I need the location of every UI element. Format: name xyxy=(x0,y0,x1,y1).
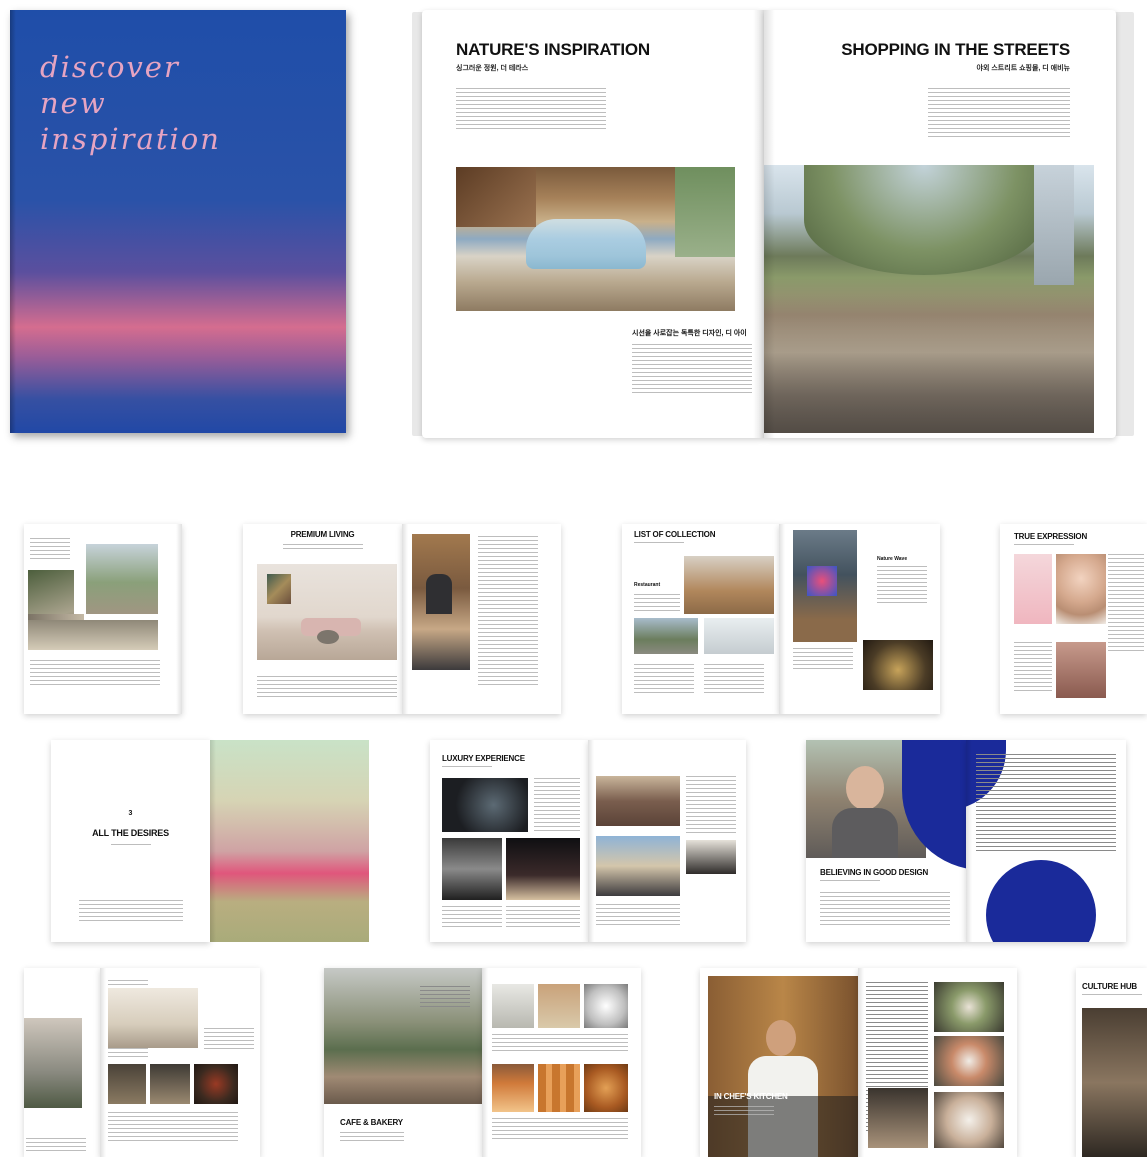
shopping-subtitle: 야외 스트리트 쇼핑몰, 디 애비뉴 xyxy=(976,65,1070,72)
terrace-photo[interactable] xyxy=(456,167,735,311)
thumb-spread-collection[interactable]: LIST OF COLLECTION Restaurant Nature Wav… xyxy=(622,524,940,714)
chapter-number: 3 xyxy=(128,810,133,817)
avenue-photo[interactable] xyxy=(764,165,1094,433)
thumb-spread-good-design[interactable]: BELIEVING IN GOOD DESIGN xyxy=(806,740,1126,942)
nature-subtitle: 싱그러운 정원, 더 테라스 xyxy=(456,65,529,72)
cover-title-line1: discover xyxy=(40,50,180,84)
magazine-cover[interactable]: discover new inspiration xyxy=(10,10,346,433)
collection-title: LIST OF COLLECTION xyxy=(634,530,716,539)
main-spread[interactable]: NATURE'S INSPIRATION 싱그러운 정원, 더 테라스 시선을 … xyxy=(408,8,1138,438)
cover-title-line2: new xyxy=(40,86,107,120)
collection-item-nature-wave: Nature Wave xyxy=(877,556,908,562)
shopping-title: SHOPPING IN THE STREETS xyxy=(841,40,1070,59)
thumb-spread-all-the-desires[interactable]: 3 ALL THE DESIRES xyxy=(51,740,369,942)
culture-hub-title: CULTURE HUB xyxy=(1082,982,1137,991)
thumb-spread-row4-1[interactable] xyxy=(24,968,260,1157)
the-eye-body-text xyxy=(632,344,752,396)
thumb-spread-premium-living[interactable]: PREMIUM LIVING xyxy=(243,524,561,714)
cafe-bakery-title: CAFE & BAKERY xyxy=(340,1118,403,1127)
thumb-spread-1[interactable] xyxy=(24,524,182,714)
thumb-spread-cafe-bakery[interactable]: CAFE & BAKERY xyxy=(324,968,641,1157)
thumb-spread-luxury-experience[interactable]: LUXURY EXPERIENCE xyxy=(430,740,746,942)
luxury-experience-title: LUXURY EXPERIENCE xyxy=(442,754,525,763)
spread-left-page: NATURE'S INSPIRATION 싱그러운 정원, 더 테라스 시선을 … xyxy=(422,10,764,438)
thumb-spread-true-expression[interactable]: TRUE EXPRESSION xyxy=(1000,524,1147,714)
gradient-page xyxy=(210,740,369,942)
all-the-desires-title: ALL THE DESIRES xyxy=(92,828,169,838)
thumb-spread-culture-hub[interactable]: CULTURE HUB xyxy=(1076,968,1147,1157)
spread-right-page: SHOPPING IN THE STREETS 야외 스트리트 쇼핑몰, 디 애… xyxy=(764,10,1116,438)
true-expression-title: TRUE EXPRESSION xyxy=(1014,532,1088,541)
the-eye-caption-title: 시선을 사로잡는 독특한 디자인, 디 아이 xyxy=(632,330,747,337)
nature-title: NATURE'S INSPIRATION xyxy=(456,40,650,59)
good-design-title: BELIEVING IN GOOD DESIGN xyxy=(820,868,929,877)
thumb-spread-chefs-kitchen[interactable]: IN CHEF'S KITCHEN xyxy=(700,968,1017,1157)
chefs-kitchen-title: IN CHEF'S KITCHEN xyxy=(714,1092,788,1101)
collection-item-restaurant: Restaurant xyxy=(634,582,661,588)
shopping-body-text xyxy=(928,88,1070,140)
nature-body-text xyxy=(456,88,606,132)
premium-living-title: PREMIUM LIVING xyxy=(290,530,355,539)
cover-title-line3: inspiration xyxy=(40,122,221,156)
